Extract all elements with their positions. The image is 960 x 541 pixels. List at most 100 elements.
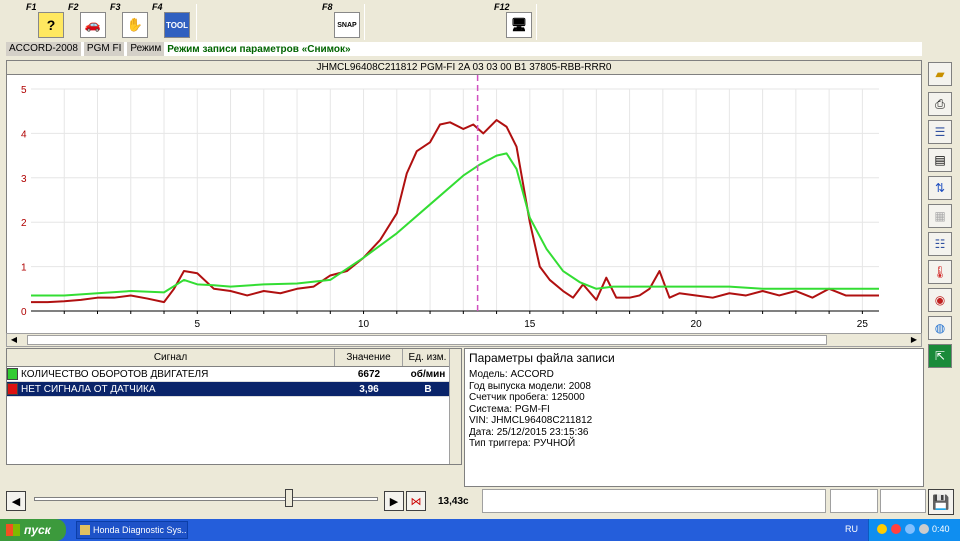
save-button[interactable]: 💾 bbox=[928, 489, 954, 515]
open-folder-icon: ▰ bbox=[935, 67, 945, 81]
toolbar-separator bbox=[536, 4, 537, 40]
series-line-red bbox=[31, 119, 879, 304]
tray-icon[interactable] bbox=[877, 524, 887, 534]
series-color-swatch bbox=[7, 383, 18, 395]
stop-icon: ⋈ bbox=[410, 495, 422, 508]
x-tick-label: 20 bbox=[691, 319, 703, 330]
table-row-selected[interactable]: НЕТ СИГНАЛА ОТ ДАТЧИКА 3,96 В bbox=[7, 382, 461, 397]
table-vertical-scrollbar[interactable] bbox=[449, 349, 461, 464]
list-edit-button[interactable]: ☰ bbox=[928, 120, 952, 144]
f3-label: F3 bbox=[110, 2, 121, 12]
disk-button[interactable]: ◍ bbox=[928, 316, 952, 340]
chart-horizontal-scrollbar[interactable]: ◀ ▶ bbox=[6, 333, 922, 347]
param-line: Счетчик пробега: 125000 bbox=[469, 392, 585, 403]
model-label: ACCORD-2008 bbox=[6, 42, 81, 56]
signal-table-header: Сигнал Значение Ед. изм. bbox=[7, 349, 461, 367]
floppy-disk-icon: 💾 bbox=[932, 493, 950, 510]
tool-icon: TOOL bbox=[164, 12, 190, 38]
play-back-icon: ◀ bbox=[11, 495, 21, 508]
y-tick-label: 2 bbox=[21, 218, 27, 229]
chart-title: JHMCL96408C211812 PGM-FI 2A 03 03 00 B1 … bbox=[7, 61, 921, 75]
x-tick-label: 10 bbox=[358, 319, 370, 330]
toolbar-separator bbox=[196, 4, 197, 40]
mode-description: Режим записи параметров «Снимок» bbox=[167, 43, 351, 55]
mode-label: Режим bbox=[127, 42, 165, 56]
car-icon: 🚗 bbox=[80, 12, 106, 38]
param-line: Дата: 25/12/2015 23:15:36 bbox=[469, 426, 589, 438]
column-unit[interactable]: Ед. изм. bbox=[403, 349, 453, 366]
sort-icon: ⇅ bbox=[934, 181, 946, 195]
x-tick-label: 25 bbox=[857, 319, 869, 330]
playback-slider[interactable] bbox=[34, 497, 378, 501]
stop-button[interactable]: ⋈ bbox=[406, 491, 426, 511]
tray-icon[interactable] bbox=[919, 524, 929, 534]
scroll-left-icon[interactable]: ◀ bbox=[7, 334, 21, 346]
f1-label: F1 bbox=[26, 2, 37, 12]
param-line: Модель: ACCORD bbox=[469, 369, 554, 380]
print-button[interactable]: ⎙ bbox=[928, 92, 952, 116]
printer-icon: ⎙ bbox=[935, 96, 945, 111]
language-indicator[interactable]: RU bbox=[845, 524, 858, 534]
scrollbar-thumb[interactable] bbox=[27, 335, 827, 345]
f2-vehicle-button[interactable]: F2 🚗 bbox=[68, 2, 108, 40]
line-chart[interactable]: 0 1 2 3 4 5 5 10 15 20 25 bbox=[7, 75, 921, 333]
series-color-swatch bbox=[7, 368, 18, 380]
tray-icon[interactable] bbox=[905, 524, 915, 534]
status-field bbox=[880, 489, 926, 513]
start-button[interactable]: пуск bbox=[0, 519, 66, 541]
toolbar-separator bbox=[364, 4, 365, 40]
record-params-panel: Параметры файла записи Модель: ACCORD Го… bbox=[464, 348, 924, 487]
play-forward-icon: ▶ bbox=[389, 495, 399, 508]
param-line: Год выпуска модели: 2008 bbox=[469, 380, 591, 392]
f4-label: F4 bbox=[152, 2, 163, 12]
snap-icon: SNAP bbox=[334, 12, 360, 38]
camera-button[interactable]: ◉ bbox=[928, 288, 952, 312]
chart-panel: JHMCL96408C211812 PGM-FI 2A 03 03 00 B1 … bbox=[6, 60, 922, 347]
disk-icon: ◍ bbox=[934, 321, 946, 335]
sort-button[interactable]: ⇅ bbox=[928, 176, 952, 200]
params-title: Параметры файла записи bbox=[469, 351, 615, 365]
open-folder-button[interactable]: ▰ bbox=[928, 62, 952, 86]
app-icon bbox=[80, 525, 90, 535]
f12-computer-button[interactable]: F12 🖥 bbox=[494, 2, 534, 40]
status-field bbox=[482, 489, 826, 513]
disabled-button[interactable]: ▦ bbox=[928, 204, 952, 228]
series-line-green bbox=[31, 152, 879, 297]
camera-icon: ◉ bbox=[934, 293, 946, 307]
clock: 0:40 bbox=[932, 524, 950, 534]
blank-icon: ▦ bbox=[934, 209, 946, 223]
play-back-button[interactable]: ◀ bbox=[6, 491, 26, 511]
column-signal[interactable]: Сигнал bbox=[7, 349, 335, 366]
document-button[interactable]: ▤ bbox=[928, 148, 952, 172]
signal-unit: В bbox=[424, 384, 432, 395]
f3-scan-button[interactable]: F3 ✋ bbox=[110, 2, 150, 40]
scroll-right-icon[interactable]: ▶ bbox=[907, 334, 921, 346]
app-window: F1 ? F2 🚗 F3 ✋ F4 TOOL F8 SNAP F12 🖥 ACC… bbox=[0, 0, 960, 541]
taskbar-app-button[interactable]: Honda Diagnostic Sys... bbox=[76, 521, 188, 539]
thermometer-button[interactable]: 🌡 bbox=[928, 260, 952, 284]
computer-icon: 🖥 bbox=[506, 12, 532, 38]
f1-help-button[interactable]: F1 ? bbox=[26, 2, 66, 40]
y-tick-label: 0 bbox=[21, 307, 27, 318]
exit-button[interactable]: ⇱ bbox=[928, 344, 952, 368]
signal-value: 6672 bbox=[357, 369, 381, 380]
param-line: VIN: JHMCL96408C211812 bbox=[469, 415, 593, 426]
table-row[interactable]: КОЛИЧЕСТВО ОБОРОТОВ ДВИГАТЕЛЯ 6672 об/ми… bbox=[7, 367, 461, 382]
status-field bbox=[830, 489, 878, 513]
play-forward-button[interactable]: ▶ bbox=[384, 491, 404, 511]
x-tick-label: 5 bbox=[194, 319, 200, 330]
tray-icon[interactable] bbox=[891, 524, 901, 534]
f8-snap-button[interactable]: F8 SNAP bbox=[322, 2, 362, 40]
playback-slider-thumb[interactable] bbox=[284, 489, 293, 507]
y-tick-label: 3 bbox=[21, 174, 27, 185]
f4-tool-button[interactable]: F4 TOOL bbox=[152, 2, 192, 40]
chart-settings-icon: ☷ bbox=[934, 237, 946, 251]
scan-tool-icon: ✋ bbox=[122, 12, 148, 38]
param-line: Тип триггера: РУЧНОЙ bbox=[469, 438, 576, 449]
start-label: пуск bbox=[24, 523, 51, 537]
f2-label: F2 bbox=[68, 2, 79, 12]
chart-settings-button[interactable]: ☷ bbox=[928, 232, 952, 256]
signal-table: Сигнал Значение Ед. изм. КОЛИЧЕСТВО ОБОР… bbox=[6, 348, 462, 465]
column-value[interactable]: Значение bbox=[335, 349, 403, 366]
signal-name: КОЛИЧЕСТВО ОБОРОТОВ ДВИГАТЕЛЯ bbox=[21, 368, 209, 380]
